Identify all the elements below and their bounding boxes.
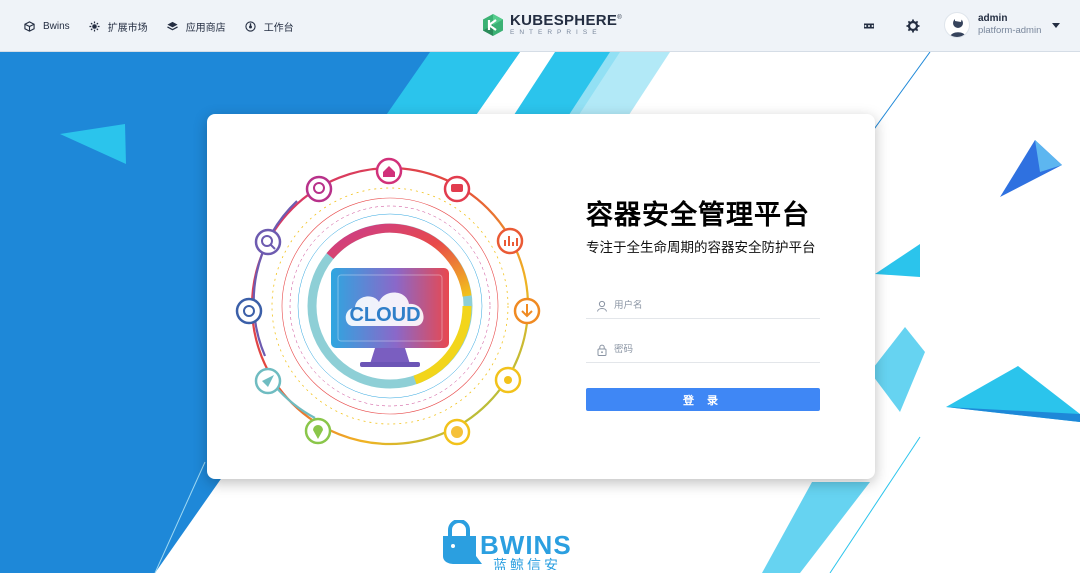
- logo-registered-mark: ®: [617, 15, 622, 22]
- globe-icon: [443, 418, 471, 446]
- magnifier-icon: [254, 228, 282, 256]
- gear-puzzle-icon: [89, 20, 100, 32]
- nav-label-extension-market: 扩展市场: [107, 22, 148, 34]
- username-field: [586, 293, 820, 319]
- download-icon: [513, 297, 541, 325]
- logo-title: KUBESPHERE: [510, 12, 618, 30]
- settings-gear-icon[interactable]: [904, 17, 922, 35]
- nav-item-extension-market[interactable]: 扩展市场: [89, 19, 148, 34]
- dashboard-icon: [245, 20, 256, 32]
- network-icon: [235, 297, 263, 325]
- search-pin-icon: [305, 175, 333, 203]
- kubesphere-logo-icon: [483, 14, 503, 36]
- nav-item-app-store[interactable]: 应用商店: [166, 19, 226, 34]
- login-button[interactable]: 登 录: [586, 388, 820, 411]
- brand-en: BWINS: [480, 530, 572, 560]
- home-icon: [375, 157, 403, 185]
- more-dots-icon[interactable]: [860, 17, 878, 35]
- target-icon: [494, 366, 522, 394]
- cloud-security-illustration: CLOUD: [235, 157, 541, 446]
- layers-icon: [166, 21, 178, 30]
- compass-icon: [254, 367, 282, 395]
- user-icon: [597, 300, 607, 312]
- password-field: [586, 337, 820, 363]
- username-input[interactable]: [614, 300, 814, 311]
- password-input[interactable]: [614, 344, 814, 355]
- page-subtitle: 专注于全生命周期的容器安全防护平台: [586, 240, 816, 255]
- user-name: admin: [978, 12, 1008, 24]
- bwins-brand-logo: BWINS 蓝鲸信安: [443, 520, 572, 570]
- user-avatar-icon: [944, 12, 970, 38]
- nav-item-workbench[interactable]: 工作台: [245, 19, 294, 34]
- nav-label-workbench: 工作台: [263, 22, 294, 34]
- main-nav: Bwins 扩展市场 应用商店 工作台: [0, 0, 313, 52]
- location-pin-icon: [304, 417, 332, 445]
- nav-label-bwins: Bwins: [43, 20, 70, 32]
- page-title: 容器安全管理平台: [586, 200, 810, 230]
- login-card: CLOUD 容器安全管理平台 专注于全生命周期的容器安全防护平台 登 录: [207, 114, 875, 479]
- whale-lock-icon: [443, 520, 482, 564]
- top-navigation-bar: Bwins 扩展市场 应用商店 工作台 KUBESPHERE® ENTERPRI…: [0, 0, 1080, 52]
- logo-subtitle: ENTERPRISE: [510, 29, 602, 37]
- kubesphere-logo[interactable]: KUBESPHERE® ENTERPRISE: [482, 10, 622, 40]
- brand-cn: 蓝鲸信安: [493, 558, 561, 570]
- cube-icon: [24, 20, 35, 32]
- caret-down-icon[interactable]: [1052, 22, 1061, 28]
- nav-label-app-store: 应用商店: [185, 22, 226, 34]
- nav-item-bwins[interactable]: Bwins: [24, 21, 70, 32]
- monitor-text: CLOUD: [349, 304, 420, 326]
- user-menu[interactable]: admin platform-admin: [944, 12, 1061, 38]
- bar-chart-icon: [496, 227, 524, 255]
- user-role: platform-admin: [978, 25, 1042, 37]
- chat-icon: [443, 175, 471, 203]
- lock-icon: [597, 344, 607, 356]
